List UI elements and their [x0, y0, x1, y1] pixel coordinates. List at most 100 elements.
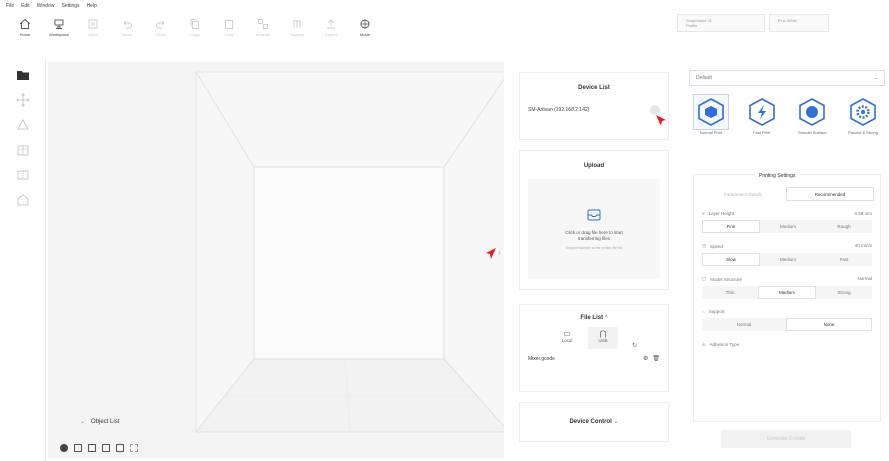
device-panel: Device List SM-Artisan (192.168.2.142) U… [511, 62, 676, 458]
option-normal[interactable]: Normal [702, 318, 786, 331]
tab-parameters-details[interactable]: Parameters Details [700, 187, 786, 201]
open-file-tool[interactable] [14, 66, 32, 84]
cursor-arrow-icon [486, 248, 496, 259]
printer-selector[interactable]: SnapMaker J1 Profile [677, 14, 765, 32]
mirror-tool[interactable] [14, 166, 32, 184]
menu-window[interactable]: Window [37, 3, 55, 9]
collapse-arrow-icon[interactable]: › [498, 248, 504, 260]
layer-height-options: Fine Medium Rough [702, 220, 872, 233]
mode-button[interactable]: Mode [348, 14, 382, 44]
option-rough[interactable]: Rough [816, 220, 872, 233]
arrange-label: Arrange [255, 32, 271, 37]
tab-recommended[interactable]: Recommended [786, 187, 874, 201]
tab-local-label: Local [561, 338, 573, 343]
workspace-button[interactable]: Workspace [42, 14, 76, 44]
adhesion-label: Adhesion Type [709, 341, 740, 347]
view-grid-icon[interactable] [130, 444, 138, 452]
export-label: Export [325, 32, 337, 37]
view-left-icon[interactable] [102, 444, 110, 452]
preset-normal-print[interactable]: Normal Print [689, 94, 733, 135]
option-slow[interactable]: Slow [702, 253, 760, 266]
device-row[interactable]: SM-Artisan (192.168.2.142) [520, 105, 668, 115]
home-button[interactable]: Home [8, 14, 42, 44]
tab-local[interactable]: ▭ Local [552, 327, 582, 349]
speed-value: 40 mm/s [854, 243, 872, 248]
model-structure-row: ▢ Model Structure Normal [702, 276, 872, 282]
option-none[interactable]: None [786, 318, 872, 331]
undo-button[interactable]: Undo [110, 14, 144, 44]
redo-button[interactable]: Redo [144, 14, 178, 44]
device-control-header: Device Control ⌄ [520, 418, 668, 425]
option-medium[interactable]: Medium [760, 253, 816, 266]
view-right-icon[interactable] [116, 444, 124, 452]
preset-fast-print[interactable]: Fast Print [740, 94, 784, 135]
support-row: ⌂ Support [702, 309, 872, 314]
option-strong[interactable]: Strong [816, 286, 872, 299]
lightning-hex-icon [748, 98, 775, 126]
printing-settings-title: Printing Settings [755, 173, 800, 179]
export-button[interactable]: Export [314, 14, 348, 44]
view-top-icon[interactable] [88, 444, 96, 452]
tab-usb[interactable]: ⋂ USB [588, 327, 618, 349]
upload-sub-hint: Support transfer to the printer file lis… [565, 245, 623, 250]
menu-settings[interactable]: Settings [61, 3, 79, 9]
print-file-icon[interactable]: ⚙ [643, 355, 648, 362]
upload-dropzone[interactable]: Click or drag file here to start transfe… [528, 179, 660, 279]
option-medium[interactable]: Medium [758, 286, 816, 299]
support-button[interactable]: Support [280, 14, 314, 44]
file-list-header[interactable]: File List ^ [520, 315, 668, 321]
option-medium[interactable]: Medium [760, 220, 816, 233]
support-icon [293, 20, 301, 28]
open-icon [88, 19, 98, 29]
move-tool[interactable] [14, 91, 32, 109]
scale-tool[interactable] [14, 116, 32, 134]
view-home-icon[interactable] [60, 444, 68, 452]
rotate-tool[interactable] [14, 141, 32, 159]
file-row[interactable]: Mixer.gcode ⚙ 🗑 [520, 355, 668, 363]
menu-file[interactable]: File [6, 3, 14, 9]
chevron-down-icon: ⌄ [613, 419, 619, 425]
upload-title: Upload [583, 163, 605, 169]
usb-icon: ⋂ [599, 329, 607, 338]
arrange-button[interactable]: Arrange [246, 14, 280, 44]
menu-help[interactable]: Help [87, 3, 97, 9]
generate-gcode-button[interactable]: Generate G-code [721, 430, 851, 448]
speed-label: Speed [709, 243, 723, 249]
device-list-card: Device List SM-Artisan (192.168.2.142) [519, 72, 669, 140]
toolbar-right: SnapMaker J1 Profile PLA-White [677, 14, 829, 32]
model-structure-value[interactable]: Normal [857, 276, 872, 282]
device-control-card[interactable]: Device Control ⌄ [519, 402, 669, 442]
paste-label: Copy [224, 32, 234, 37]
option-fast[interactable]: Fast [816, 253, 872, 266]
file-list-title: File List [580, 315, 604, 321]
3d-viewport[interactable]: ⌄ Object List [48, 62, 504, 458]
chevron-down-icon: ⌄ [80, 419, 86, 425]
layer-height-row: ≡ Layer Height 0.08 mm [702, 211, 872, 216]
home-label: Home [19, 32, 31, 37]
menu-edit[interactable]: Edit [21, 3, 30, 9]
profile-dropdown[interactable]: Default ⌄ [689, 70, 885, 86]
option-thin[interactable]: Thin [702, 286, 758, 299]
preset-precise-strong[interactable]: Precise & Strong [841, 94, 885, 135]
support-tool[interactable] [14, 191, 32, 209]
adhesion-icon: ◬ [702, 341, 706, 346]
tab-usb-label: USB [598, 338, 608, 343]
open-label: Open [88, 32, 98, 37]
paste-button[interactable]: Copy [212, 14, 246, 44]
refresh-icon[interactable]: ↻ [632, 342, 637, 349]
delete-file-icon[interactable]: 🗑 [652, 355, 660, 362]
open-button[interactable]: Open [76, 14, 110, 44]
build-volume [194, 71, 504, 433]
undo-label: Undo [122, 32, 132, 37]
option-fine[interactable]: Fine [702, 220, 760, 233]
adhesion-row: ◬ Adhesion Type [702, 341, 872, 347]
preset-smooth-surface[interactable]: Smooth Surface [790, 94, 834, 135]
home-icon [19, 18, 31, 29]
material-selector[interactable]: PLA-White [769, 14, 829, 32]
object-list-header[interactable]: ⌄ Object List [80, 418, 119, 426]
scale-icon [16, 119, 29, 130]
view-front-icon[interactable] [74, 444, 82, 452]
folder-icon: ▭ [563, 329, 571, 338]
copy-button[interactable]: Copy [178, 14, 212, 44]
mode-icon [360, 19, 370, 29]
